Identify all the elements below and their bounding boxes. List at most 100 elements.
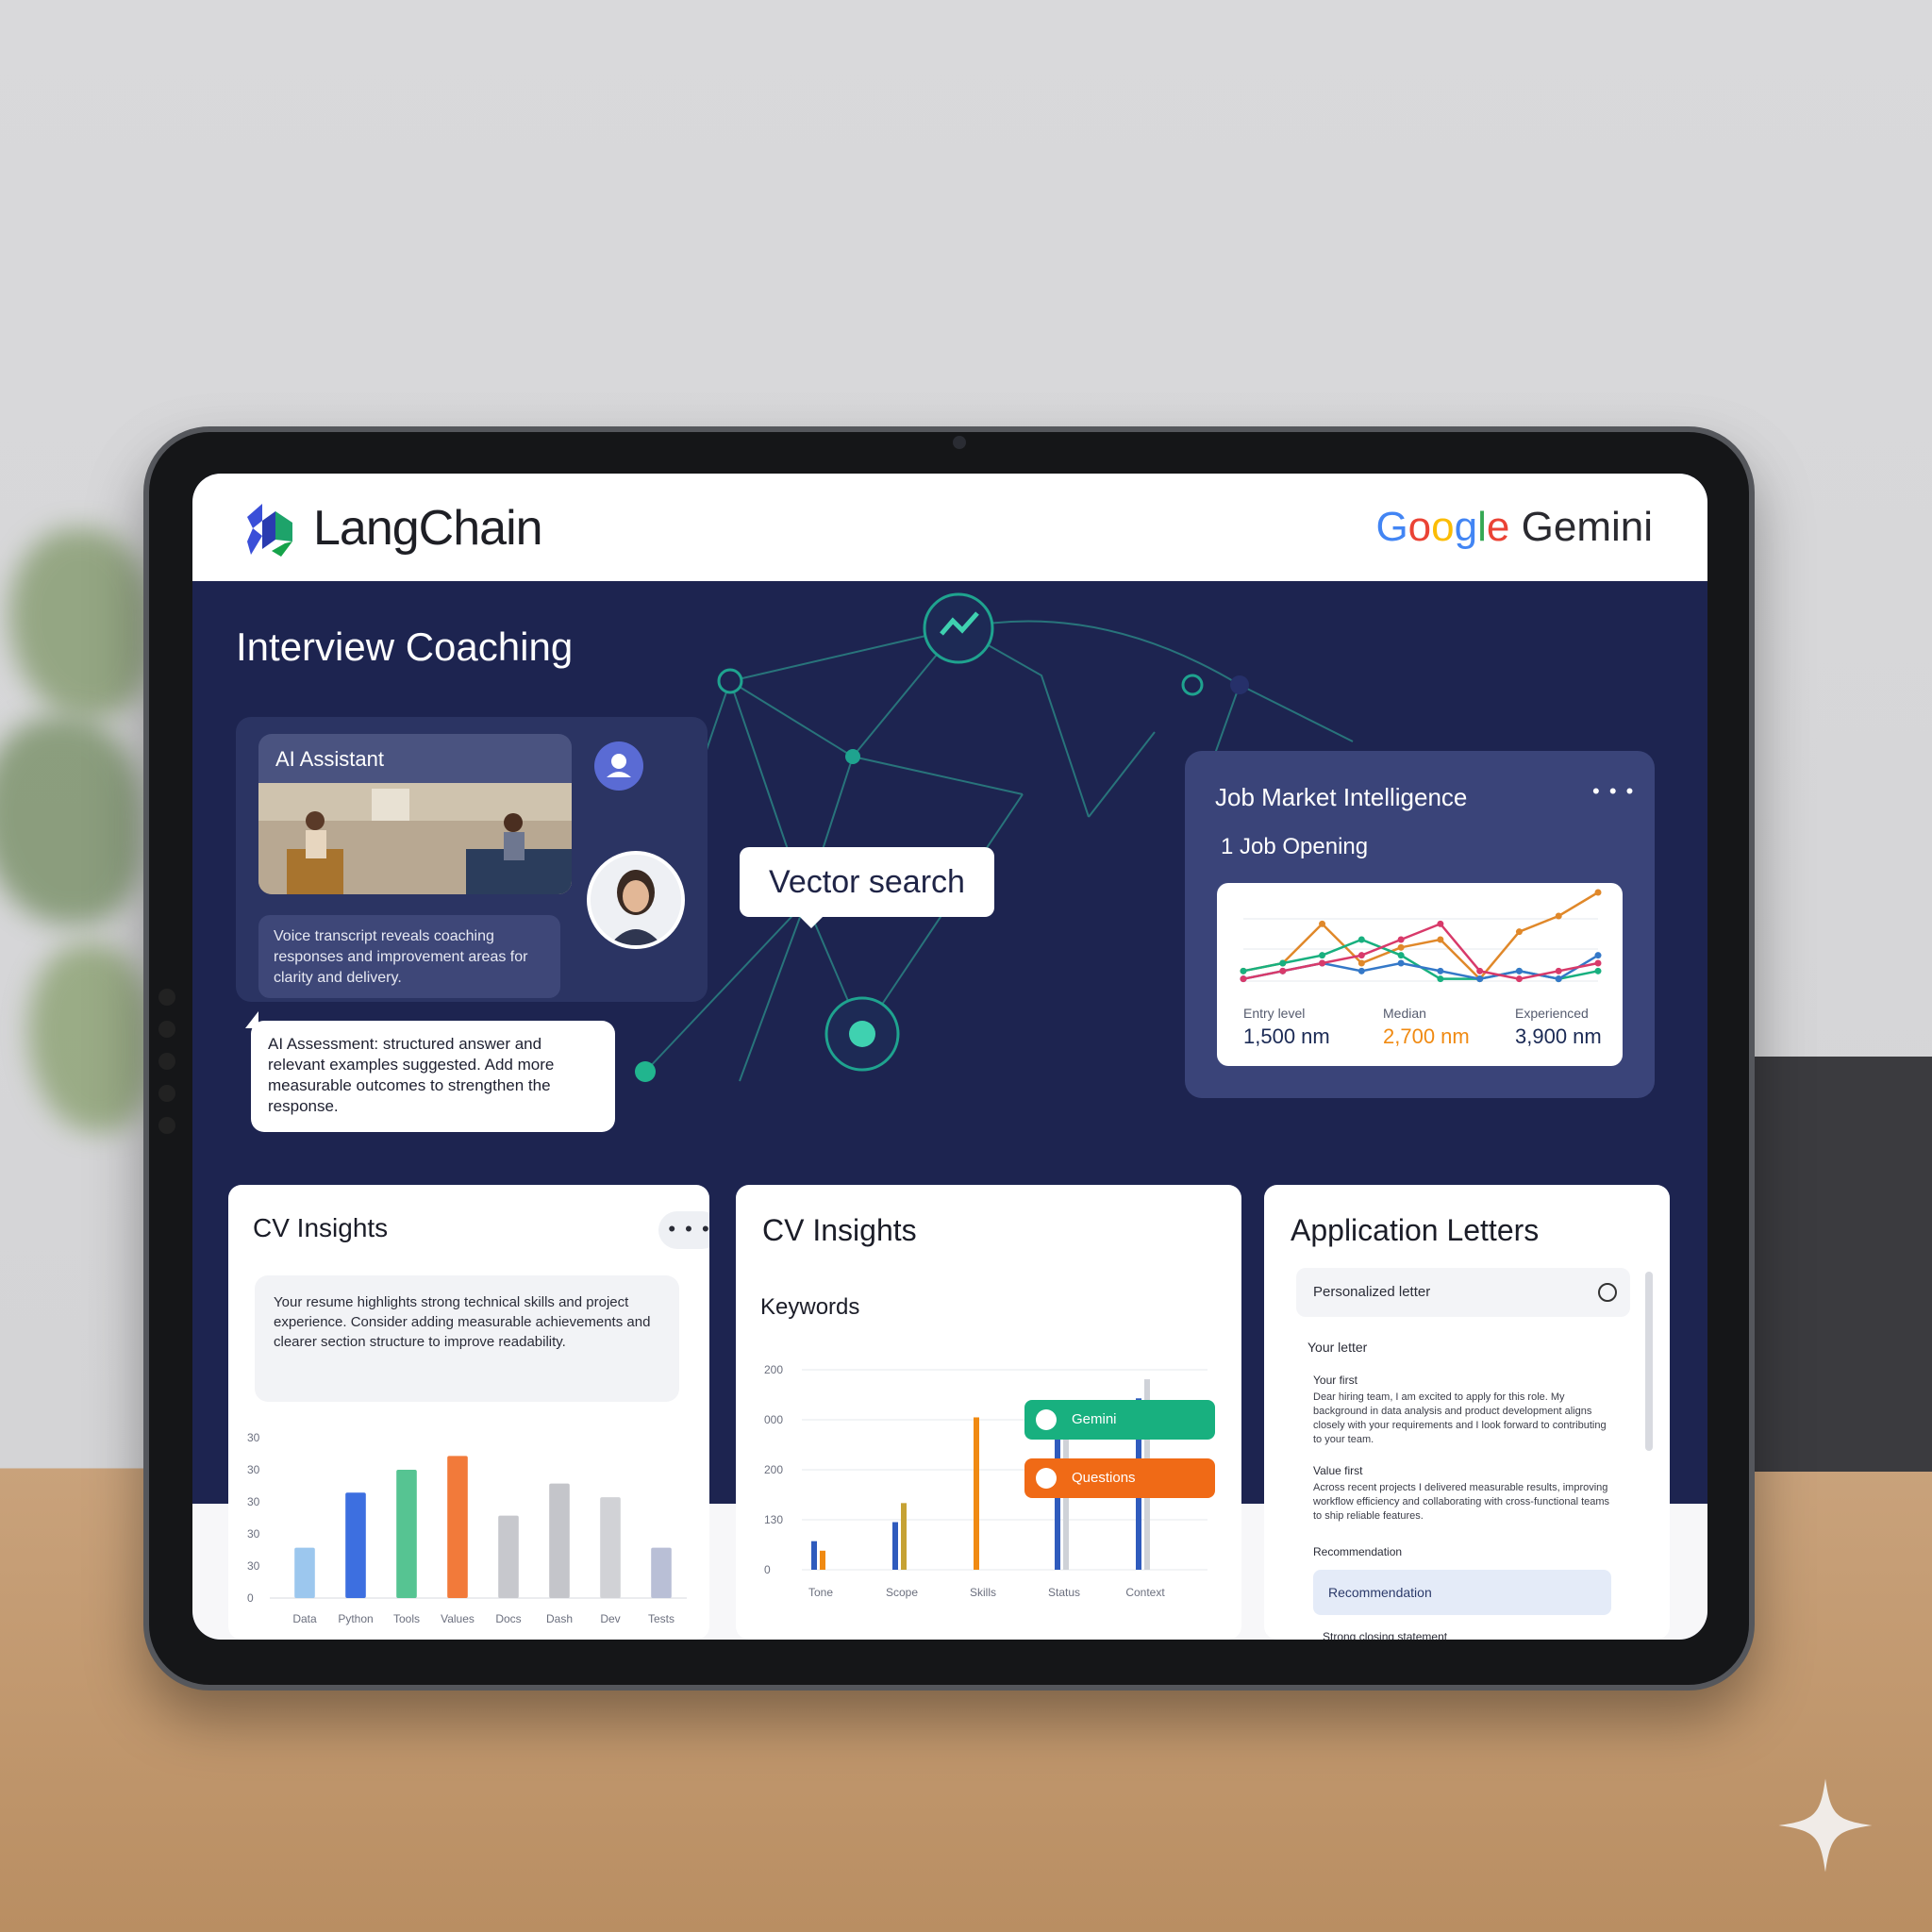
y-tick-label: 130	[764, 1513, 783, 1526]
plant-leaf	[9, 528, 151, 717]
letter-footer-line: Strong closing statement	[1323, 1630, 1448, 1640]
series-point	[1437, 975, 1444, 983]
series-point	[1594, 959, 1602, 967]
letter-search-input[interactable]: Personalized letter	[1296, 1268, 1630, 1317]
bar	[600, 1497, 621, 1598]
series-point	[1279, 967, 1287, 974]
x-tick-label: Skills	[970, 1586, 996, 1599]
questions-pill[interactable]: Questions	[1024, 1458, 1215, 1498]
series-point	[1357, 959, 1365, 967]
x-tick-label: Scope	[886, 1586, 918, 1599]
sparkle-icon	[1778, 1778, 1873, 1873]
series-point	[1319, 952, 1326, 959]
user-icon[interactable]	[594, 741, 643, 791]
series-point	[1279, 959, 1287, 967]
transcript-text: Voice transcript reveals coaching respon…	[258, 915, 560, 998]
x-tick-label: Tools	[393, 1612, 420, 1625]
series-point	[1319, 959, 1326, 967]
stat-label: Median	[1383, 1006, 1426, 1021]
letter-section-title: Recommendation	[1313, 1545, 1403, 1558]
gemini-wordmark: Gemini	[1521, 504, 1653, 550]
y-tick-label: 0	[764, 1563, 771, 1576]
letter-section-title: Value first	[1313, 1464, 1363, 1477]
x-tick-label: Python	[338, 1612, 373, 1625]
series-point	[1594, 967, 1602, 974]
search-icon[interactable]	[1598, 1283, 1617, 1302]
cv-insights-card: CV Insights • • • Your resume highlights…	[228, 1185, 709, 1640]
stat-value: 1,500 nm	[1243, 1024, 1330, 1048]
x-tick-label: Dash	[546, 1612, 573, 1625]
x-tick-label: Data	[292, 1612, 317, 1625]
series-point	[1515, 928, 1523, 936]
coach-avatar[interactable]	[587, 851, 685, 949]
series-point	[1357, 952, 1365, 959]
assessment-bubble: AI Assessment: structured answer and rel…	[245, 1011, 615, 1132]
interview-video[interactable]	[258, 783, 572, 894]
job-market-menu-icon[interactable]: • • •	[1592, 779, 1635, 804]
series-point	[1555, 912, 1562, 920]
side-button	[158, 1117, 175, 1134]
side-button	[158, 989, 175, 1006]
x-tick-label: Tone	[808, 1586, 833, 1599]
google-letter: l	[1477, 504, 1487, 550]
bar	[294, 1547, 315, 1598]
questions-pill-label: Questions	[1072, 1470, 1136, 1486]
series-point	[1594, 952, 1602, 959]
letter-section-body: Across recent projects I delivered measu…	[1313, 1482, 1610, 1522]
letter-section-body: Dear hiring team, I am excited to apply …	[1313, 1391, 1607, 1445]
bar	[498, 1515, 519, 1598]
google-gemini-brand: Google Gemini	[1375, 504, 1653, 551]
assistant-video-card[interactable]: AI Assistant	[258, 734, 572, 894]
y-tick-label: 0	[247, 1591, 254, 1605]
background-shelf	[1755, 1057, 1932, 1472]
camera-dot	[953, 436, 966, 449]
cv-insights-bar-chart: 30 30 30 30 30 0 Data Python Tools Values Docs Dash…	[247, 1431, 687, 1625]
y-tick-label: 30	[247, 1527, 260, 1541]
y-tick-label: 000	[764, 1413, 783, 1426]
vector-search-label[interactable]: Vector search	[740, 847, 994, 928]
series-point	[1357, 967, 1365, 974]
series-point	[1515, 967, 1523, 974]
top-bar: LangChain Google Gemini	[192, 474, 1707, 581]
google-letter: g	[1454, 504, 1478, 550]
series-point	[1397, 959, 1405, 967]
questions-pill-icon	[1036, 1468, 1057, 1489]
langchain-logo-icon	[247, 504, 292, 557]
stat-label: Experienced	[1515, 1006, 1589, 1021]
job-market-chart: Entry level 1,500 nm Median 2,700 nm Exp…	[1217, 883, 1623, 1066]
google-letter: e	[1486, 504, 1510, 550]
gemini-pill-icon	[1036, 1409, 1057, 1430]
recommendation-button[interactable]: Recommendation	[1313, 1570, 1611, 1615]
x-tick-label: Docs	[495, 1612, 521, 1625]
bar	[549, 1483, 570, 1598]
letter-scrollbar[interactable]	[1645, 1272, 1653, 1451]
x-tick-label: Context	[1125, 1586, 1165, 1599]
y-tick-label: 30	[247, 1463, 260, 1476]
app-screen: LangChain Google Gemini Interview Coachi…	[192, 474, 1707, 1640]
series-point	[1437, 920, 1444, 927]
bar	[811, 1541, 817, 1570]
google-letter: o	[1431, 504, 1455, 550]
gemini-pill-label: Gemini	[1072, 1411, 1117, 1427]
google-letter: o	[1407, 504, 1432, 550]
cv-keywords-card: CV Insights Keywords 200 000 200 130 0 Tone Sc…	[736, 1185, 1241, 1640]
series-point	[1319, 920, 1326, 927]
bar	[974, 1417, 979, 1570]
x-tick-label: Values	[441, 1612, 475, 1625]
letter-section-title: Your first	[1313, 1374, 1357, 1387]
job-opening-count: 1 Job Opening	[1221, 834, 1369, 859]
y-tick-label: 200	[764, 1363, 783, 1376]
application-letters-card: Application Letters Personalized letter …	[1264, 1185, 1670, 1640]
bar	[892, 1522, 898, 1570]
series-point	[1437, 936, 1444, 943]
bar	[651, 1547, 672, 1598]
y-tick-label: 30	[247, 1559, 260, 1573]
bar	[1063, 1436, 1069, 1570]
series-point	[1240, 975, 1247, 983]
plant-leaf	[0, 717, 142, 924]
google-wordmark: Google	[1375, 504, 1509, 550]
series-point	[1594, 889, 1602, 896]
series-point	[1240, 967, 1247, 974]
gemini-pill[interactable]: Gemini	[1024, 1400, 1215, 1440]
stat-value: 2,700 nm	[1383, 1024, 1470, 1048]
